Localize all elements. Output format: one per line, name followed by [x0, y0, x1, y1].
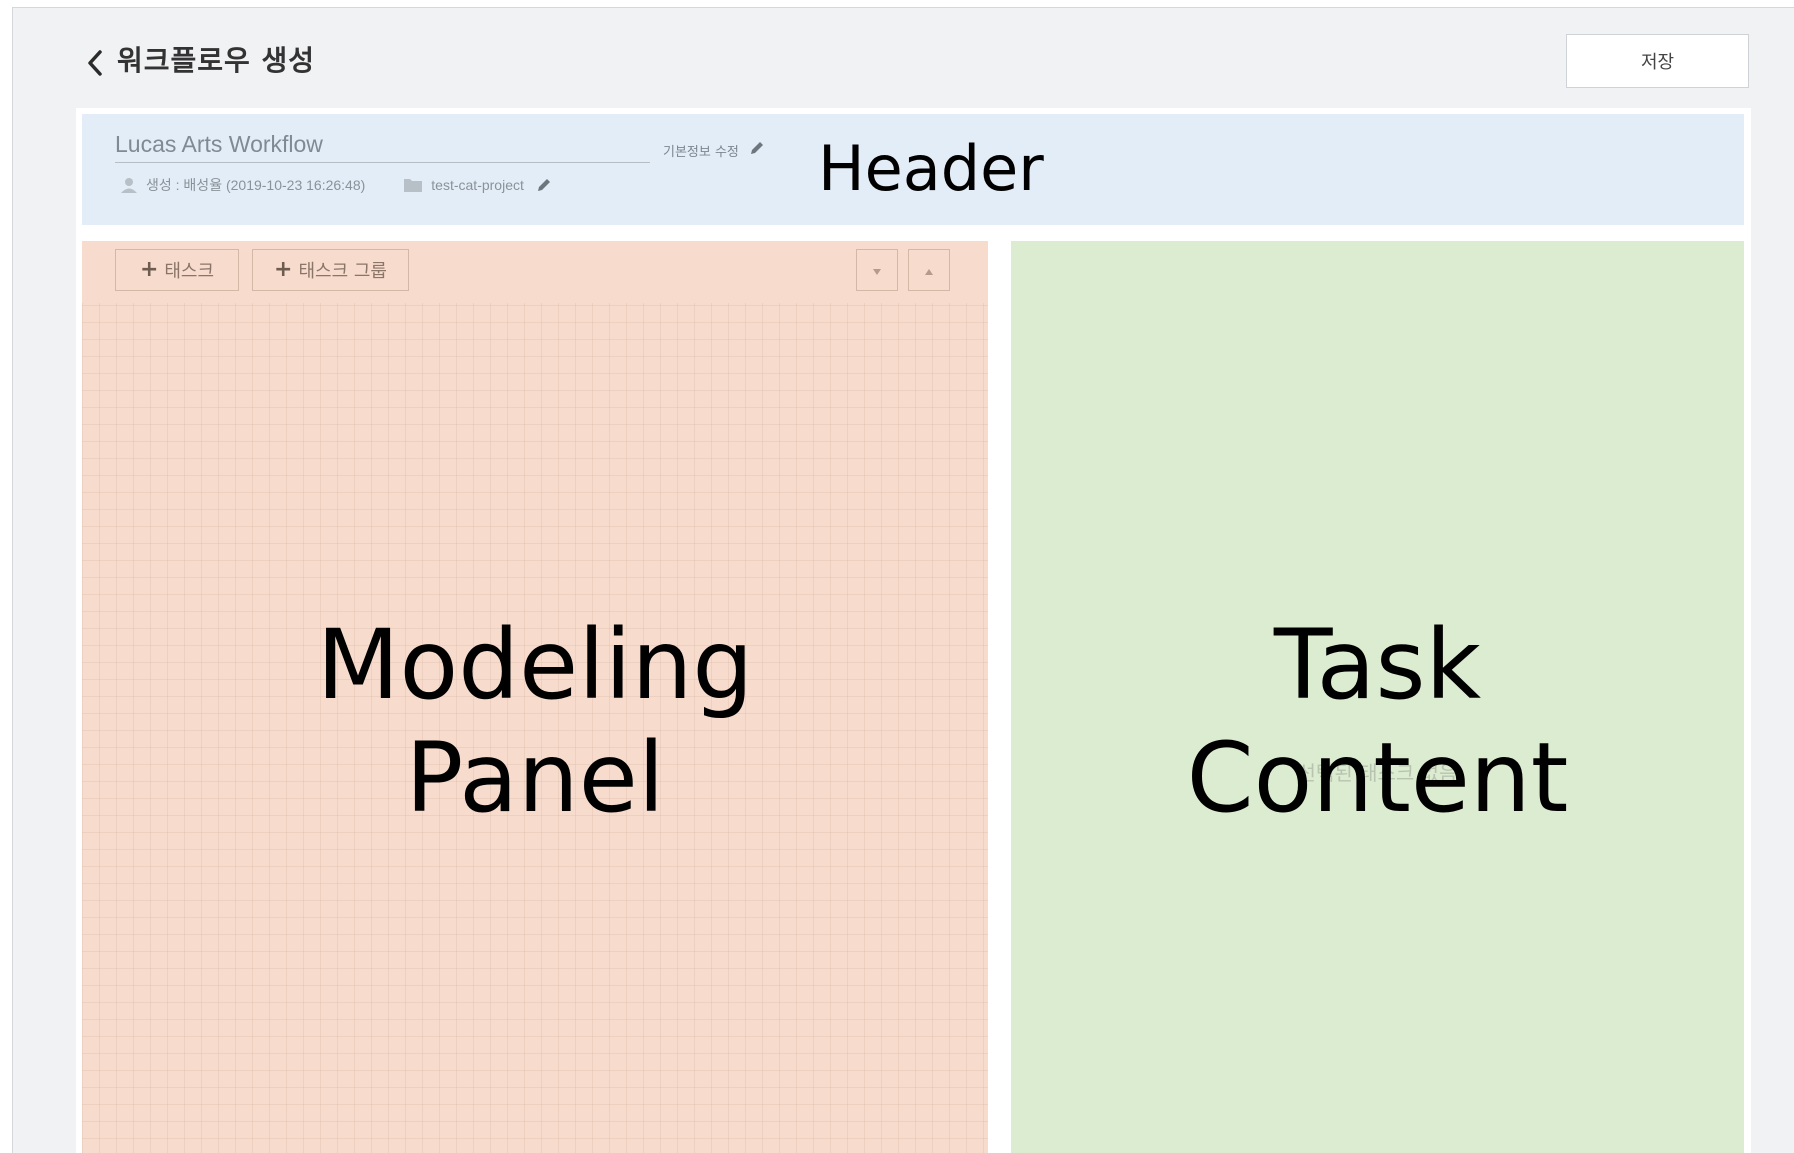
folder-icon: [403, 177, 423, 193]
header-region-label: Header: [818, 132, 1044, 205]
modeling-panel[interactable]: + 태스크 + 태스크 그룹 Modeling Panel: [82, 241, 988, 1153]
project-pencil-icon[interactable]: [536, 177, 552, 193]
project-name: test-cat-project: [431, 177, 524, 193]
edit-info-button[interactable]: 기본정보 수정: [663, 140, 765, 160]
task-content-panel: 선택된 태스크 없음 Task Content: [1011, 241, 1744, 1153]
add-task-button[interactable]: + 태스크: [115, 249, 239, 291]
plus-icon: +: [139, 257, 159, 282]
workflow-name-field[interactable]: Lucas Arts Workflow: [115, 128, 650, 163]
move-down-button[interactable]: [856, 249, 898, 291]
add-task-label: 태스크: [164, 261, 215, 282]
task-label-line1: Task: [1273, 609, 1482, 721]
task-region-label: Task Content: [1011, 609, 1744, 835]
back-arrow-icon[interactable]: [75, 43, 115, 83]
caret-down-icon: [872, 261, 882, 280]
header-panel: Lucas Arts Workflow 기본정보 수정 생성 : 배성율 (20…: [82, 114, 1744, 225]
user-icon: [120, 176, 138, 194]
meta-row: 생성 : 배성율 (2019-10-23 16:26:48) test-cat-…: [120, 175, 560, 195]
page-title: 워크플로우 생성: [117, 44, 316, 77]
pencil-icon: [749, 140, 765, 160]
add-task-group-label: 태스크 그룹: [298, 261, 387, 282]
modeling-label-line1: Modeling: [316, 609, 754, 721]
modeling-label-line2: Panel: [405, 722, 665, 834]
app-window: 워크플로우 생성 저장 Lucas Arts Workflow 기본정보 수정: [12, 7, 1794, 1153]
modeling-region-label: Modeling Panel: [82, 609, 988, 835]
caret-up-icon: [924, 261, 934, 280]
plus-icon: +: [274, 257, 293, 282]
add-task-group-button[interactable]: + 태스크 그룹: [252, 249, 409, 291]
save-button[interactable]: 저장: [1566, 34, 1749, 88]
created-info: 생성 : 배성율 (2019-10-23 16:26:48): [146, 177, 366, 193]
move-up-button[interactable]: [908, 249, 950, 291]
workflow-editor: Lucas Arts Workflow 기본정보 수정 생성 : 배성율 (20…: [76, 108, 1751, 1153]
modeling-toolbar: + 태스크 + 태스크 그룹: [82, 241, 988, 303]
task-label-line2: Content: [1186, 722, 1569, 834]
edit-info-label: 기본정보 수정: [663, 144, 739, 160]
